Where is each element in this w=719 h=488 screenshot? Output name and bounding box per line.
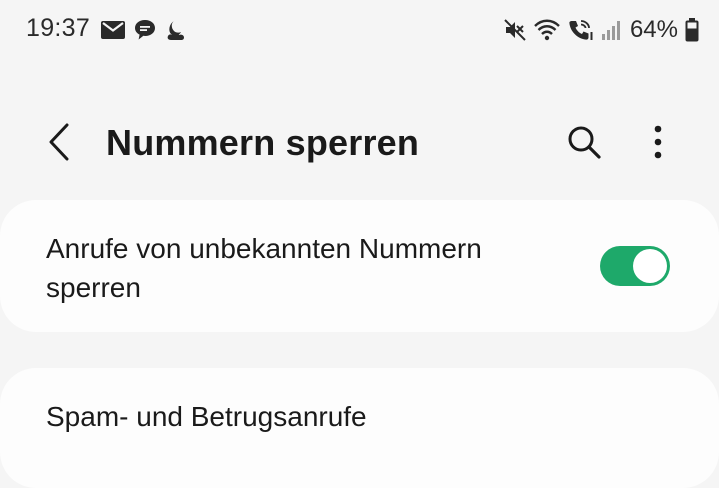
spam-calls-card[interactable]: Spam- und Betrugsanrufe (0, 368, 719, 488)
wifi-icon (533, 19, 561, 41)
status-left-icons (101, 19, 187, 41)
block-unknown-label: Anrufe von unbekannten Nummern sperren (46, 233, 482, 303)
spam-calls-label: Spam- und Betrugsanrufe (46, 401, 367, 432)
mute-icon (504, 19, 526, 41)
signal-icon (601, 19, 621, 41)
status-right-icons: 64% (504, 16, 699, 44)
more-options-button[interactable] (638, 118, 678, 166)
battery-icon (685, 18, 699, 42)
toggle-knob (633, 249, 667, 283)
back-button[interactable] (38, 118, 80, 166)
mail-icon (101, 21, 125, 39)
status-bar: 19:37 64% (0, 0, 719, 62)
weather-icon (165, 19, 187, 41)
app-header: Nummern sperren (0, 110, 719, 174)
page-title: Nummern sperren (106, 122, 420, 163)
status-time: 19:37 (26, 14, 91, 42)
battery-percent: 64% (629, 16, 678, 43)
wifi-calling-icon (568, 19, 594, 41)
search-button[interactable] (561, 118, 607, 166)
more-vertical-icon (653, 125, 663, 159)
search-icon (566, 124, 602, 160)
chat-bubble-icon (134, 19, 156, 41)
block-unknown-card[interactable]: Anrufe von unbekannten Nummern sperren (0, 200, 719, 332)
chevron-left-icon (48, 123, 70, 161)
block-unknown-toggle[interactable] (600, 246, 670, 286)
